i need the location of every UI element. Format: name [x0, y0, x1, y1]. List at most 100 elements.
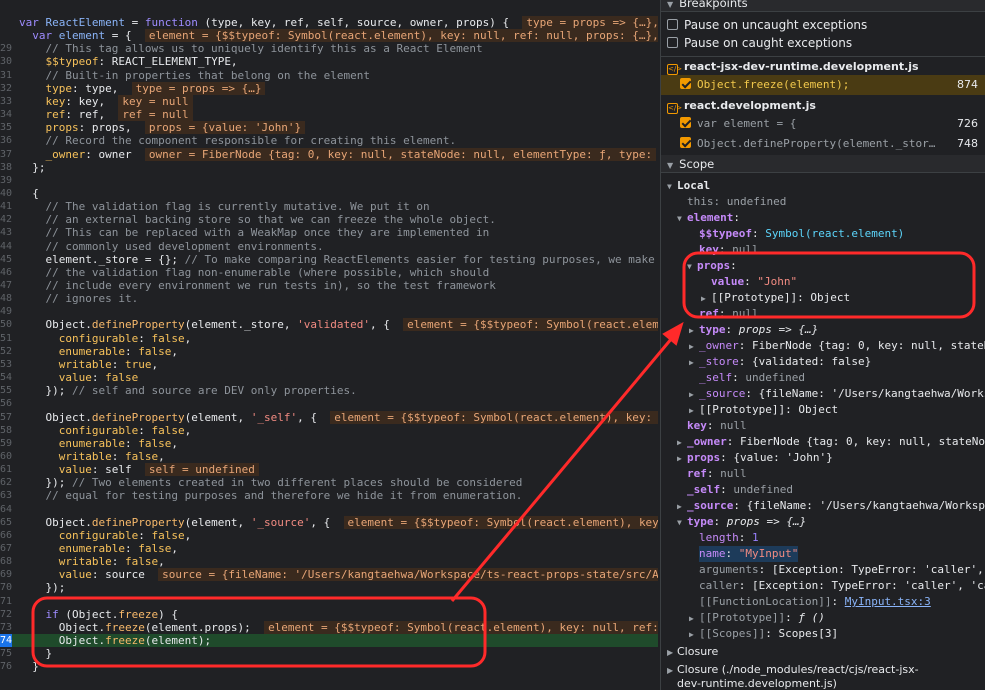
line-number[interactable]: 44: [0, 240, 12, 253]
breakpoint-item[interactable]: var element = {726: [661, 114, 985, 134]
line-number[interactable]: 50: [0, 318, 12, 331]
line-number[interactable]: 56: [0, 397, 12, 410]
checkbox-checked-icon[interactable]: [680, 78, 691, 89]
line-number[interactable]: 60: [0, 450, 12, 463]
line-number[interactable]: 43: [0, 226, 12, 239]
scope-var-type[interactable]: ▼ type: props => {…}: [677, 514, 806, 530]
line-number[interactable]: 29: [0, 42, 12, 55]
line-number[interactable]: 47: [0, 279, 12, 292]
line-number[interactable]: 73: [0, 621, 12, 634]
code-line[interactable]: 54 value: false: [0, 371, 658, 384]
checkbox-icon[interactable]: [667, 37, 678, 48]
code-line[interactable]: 37 _owner: owner owner = FiberNode {tag:…: [0, 147, 658, 161]
checkbox-checked-icon[interactable]: [680, 117, 691, 128]
line-number[interactable]: 69: [0, 568, 12, 581]
line-number[interactable]: 48: [0, 292, 12, 305]
line-number[interactable]: 32: [0, 82, 12, 95]
line-number[interactable]: 53: [0, 358, 12, 371]
function-location-link[interactable]: MyInput.tsx:3: [845, 595, 931, 608]
code-line[interactable]: 73 Object.freeze(element.props); element…: [0, 620, 658, 634]
checkbox-icon[interactable]: [667, 19, 678, 30]
line-number[interactable]: 49: [0, 305, 12, 318]
pause-uncaught-option[interactable]: Pause on uncaught exceptions: [667, 16, 867, 34]
scope-type-prototype[interactable]: ▶ [[Prototype]]: ƒ (): [689, 610, 825, 626]
code-line[interactable]: 69 value: source source = {fileName: '/U…: [0, 568, 658, 582]
scope-var-props[interactable]: ▶ props: {value: 'John'}: [677, 450, 833, 466]
code-line[interactable]: 34 ref: ref, ref = null: [0, 108, 658, 122]
line-number[interactable]: 62: [0, 476, 12, 489]
line-number[interactable]: 70: [0, 581, 12, 594]
line-number[interactable]: 40: [0, 187, 12, 200]
breakpoint-item[interactable]: Object.freeze(element); 874: [661, 75, 985, 95]
scope-var-element[interactable]: ▼ element:: [677, 210, 740, 226]
line-number[interactable]: 54: [0, 371, 12, 384]
code-line[interactable]: 65 Object.defineProperty(element, '_sour…: [0, 515, 658, 529]
code-line[interactable]: 46 // the validation flag non-enumerable…: [0, 266, 658, 279]
code-line[interactable]: 58 configurable: false,: [0, 424, 658, 437]
line-number[interactable]: 58: [0, 424, 12, 437]
line-number[interactable]: 71: [0, 595, 12, 608]
line-number[interactable]: 61: [0, 463, 12, 476]
code-line[interactable]: 57 Object.defineProperty(element, '_self…: [0, 410, 658, 424]
scope-header[interactable]: ▼ Scope: [661, 155, 985, 173]
code-line[interactable]: 67 enumerable: false,: [0, 542, 658, 555]
code-line[interactable]: 66 configurable: false,: [0, 529, 658, 542]
code-line[interactable]: 30 $$typeof: REACT_ELEMENT_TYPE,: [0, 55, 658, 68]
line-number[interactable]: 42: [0, 213, 12, 226]
scope-prop-source[interactable]: ▶ _source: {fileName: '/Users/kangtaehwa/…: [689, 386, 985, 402]
line-number[interactable]: 38: [0, 161, 12, 174]
scope-var-owner[interactable]: ▶ _owner: FiberNode {tag: 0, key: null, s…: [677, 434, 985, 450]
code-line[interactable]: 33 key: key, key = null: [0, 94, 658, 108]
code-line[interactable]: 50 Object.defineProperty(element._store,…: [0, 318, 658, 332]
code-line[interactable]: 72 if (Object.freeze) {: [0, 608, 658, 621]
code-line[interactable]: 55 }); // self and source are DEV only p…: [0, 384, 658, 397]
line-number[interactable]: 64: [0, 503, 12, 516]
code-line[interactable]: 70 });: [0, 581, 658, 594]
line-number[interactable]: 72: [0, 608, 12, 621]
line-number[interactable]: 46: [0, 266, 12, 279]
breakpoint-file-header[interactable]: </> react.development.js: [661, 96, 985, 115]
code-line[interactable]: var element = { element = {$$typeof: Sym…: [0, 29, 658, 43]
line-number[interactable]: 34: [0, 108, 12, 121]
checkbox-checked-icon[interactable]: [680, 137, 691, 148]
scope-props-prototype[interactable]: ▶ [[Prototype]]: Object: [701, 290, 850, 306]
code-line[interactable]: 59 enumerable: false,: [0, 437, 658, 450]
line-number[interactable]: 37: [0, 148, 12, 161]
line-number[interactable]: 36: [0, 134, 12, 147]
line-number[interactable]: 33: [0, 95, 12, 108]
line-number[interactable]: 57: [0, 411, 12, 424]
source-editor[interactable]: var ReactElement = function (type, key, …: [0, 0, 658, 690]
line-number[interactable]: 75: [0, 647, 12, 660]
line-number[interactable]: 52: [0, 345, 12, 358]
code-line[interactable]: 32 type: type, type = props => {…}: [0, 81, 658, 95]
line-number[interactable]: 65: [0, 516, 12, 529]
line-number[interactable]: [0, 29, 12, 42]
breakpoint-item[interactable]: Object.defineProperty(element._store… 748: [661, 134, 985, 154]
line-number[interactable]: 31: [0, 69, 12, 82]
code-line[interactable]: 36 // Record the component responsible f…: [0, 134, 658, 147]
code-line[interactable]: 29 // This tag allows us to uniquely ide…: [0, 42, 658, 55]
line-number[interactable]: 76: [0, 660, 12, 673]
line-number[interactable]: 55: [0, 384, 12, 397]
code-line[interactable]: 68 writable: false,: [0, 555, 658, 568]
code-line[interactable]: 39: [0, 174, 658, 187]
code-line[interactable]: 43 // This can be replaced with a WeakMa…: [0, 226, 658, 239]
code-line[interactable]: 41 // The validation flag is currently m…: [0, 200, 658, 213]
line-number[interactable]: [0, 16, 12, 29]
code-line[interactable]: 49: [0, 305, 658, 318]
line-number[interactable]: 35: [0, 121, 12, 134]
scope-local[interactable]: ▼ Local: [667, 178, 710, 194]
code-line[interactable]: 31 // Built-in properties that belong on…: [0, 69, 658, 82]
line-number[interactable]: 59: [0, 437, 12, 450]
code-line[interactable]: 71: [0, 595, 658, 608]
code-line[interactable]: 40 {: [0, 187, 658, 200]
code-line[interactable]: 62 }); // Two elements created in two di…: [0, 476, 658, 489]
code-line[interactable]: 38 };: [0, 161, 658, 174]
line-number[interactable]: 67: [0, 542, 12, 555]
scope-prop-store[interactable]: ▶ _store: {validated: false}: [689, 354, 871, 370]
code-line[interactable]: 45 element._store = {}; // To make compa…: [0, 253, 658, 266]
code-line[interactable]: 42 // an external backing store so that …: [0, 213, 658, 226]
code-line[interactable]: 64: [0, 503, 658, 516]
code-line[interactable]: 75 }: [0, 647, 658, 660]
line-number[interactable]: 74: [0, 634, 12, 648]
